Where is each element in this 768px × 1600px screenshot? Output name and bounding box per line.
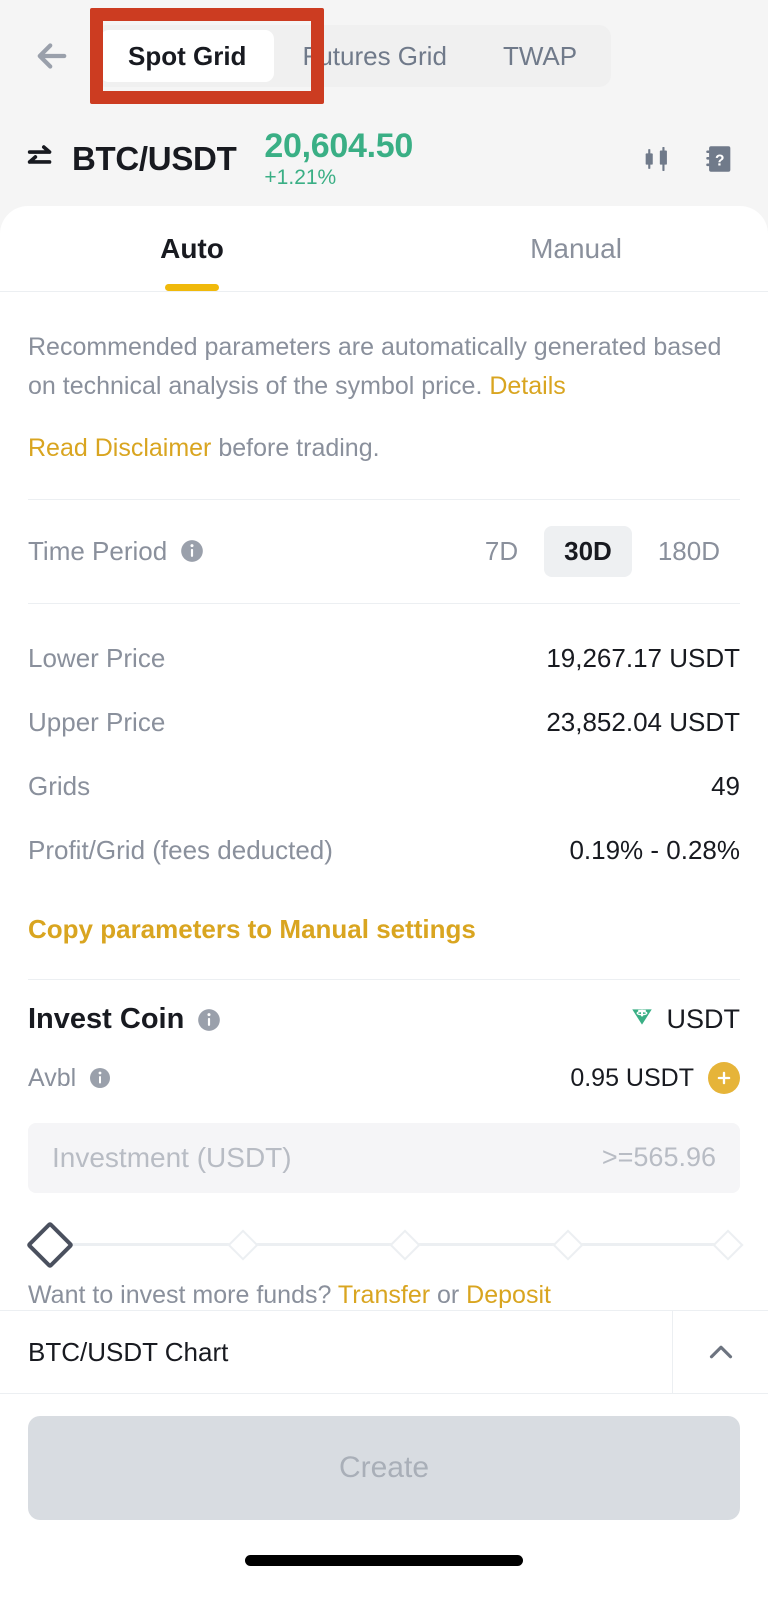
guide-question-icon[interactable]: ? [696, 136, 742, 182]
symbol-pair[interactable]: BTC/USDT [72, 140, 237, 178]
home-indicator [245, 1554, 523, 1566]
invest-coin-title-group: Invest Coin [28, 1003, 222, 1036]
tab-futures-grid[interactable]: Futures Grid [274, 30, 475, 82]
param-value-profit-grid: 0.19% - 0.28% [569, 834, 740, 865]
swap-arrows-icon[interactable] [24, 140, 58, 179]
time-period-option-30d[interactable]: 30D [544, 525, 632, 577]
slider-tick-25[interactable] [227, 1229, 259, 1261]
info-icon[interactable] [88, 1066, 112, 1090]
param-label-profit-grid: Profit/Grid (fees deducted) [28, 834, 333, 865]
strategy-tabs: Spot Grid Futures Grid TWAP [94, 25, 612, 87]
param-value-upper-price: 23,852.04 USDT [546, 706, 740, 737]
read-disclaimer-link[interactable]: Read Disclaimer [28, 434, 211, 462]
plus-circle-icon[interactable] [708, 1062, 740, 1095]
investment-input-placeholder: Investment (USDT) [52, 1141, 292, 1173]
chart-strip-label: BTC/USDT Chart [28, 1336, 229, 1367]
tab-spot-grid-label: Spot Grid [128, 40, 247, 71]
param-label-upper-price: Upper Price [28, 706, 166, 737]
param-row-grids: Grids 49 [28, 754, 740, 818]
card-body: Recommended parameters are automatically… [0, 292, 768, 1310]
top-navigation-bar: Spot Grid Futures Grid TWAP [0, 0, 768, 112]
price-change-percent: +1.21% [264, 166, 337, 190]
coin-selector[interactable]: USDT [629, 1004, 741, 1035]
chevron-up-icon[interactable] [672, 1311, 768, 1393]
info-icon[interactable] [179, 538, 205, 564]
time-period-option-180d-label: 180D [657, 535, 720, 566]
param-row-upper-price: Upper Price 23,852.04 USDT [28, 690, 740, 754]
tab-manual[interactable]: Manual [384, 206, 768, 291]
strategy-tabs-wrapper: Spot Grid Futures Grid TWAP [90, 8, 612, 104]
time-period-option-30d-label: 30D [564, 535, 612, 566]
last-price: 20,604.50 [264, 126, 413, 165]
time-period-option-7d-label: 7D [484, 535, 519, 566]
back-arrow-icon[interactable] [24, 28, 80, 84]
chart-strip[interactable]: BTC/USDT Chart [0, 1310, 768, 1394]
investment-min-hint: >=565.96 [601, 1142, 716, 1173]
tab-spot-grid[interactable]: Spot Grid [100, 30, 275, 82]
param-label-lower-price: Lower Price [28, 642, 166, 673]
disclaimer-suffix: before trading. [211, 433, 380, 462]
divider-invest [28, 979, 740, 981]
create-button[interactable]: Create [28, 1416, 740, 1520]
info-icon[interactable] [196, 1007, 222, 1033]
time-period-options: 7D 30D 180D [465, 525, 740, 577]
time-period-label: Time Period [28, 535, 168, 566]
available-balance-row: Avbl 0.95 USDT [28, 1053, 740, 1103]
time-period-option-7d[interactable]: 7D [465, 526, 538, 577]
copy-parameters-link[interactable]: Copy parameters to Manual settings [28, 914, 740, 945]
investment-slider[interactable] [25, 1211, 744, 1279]
more-funds-prefix: Want to invest more funds? [28, 1281, 338, 1309]
available-value: 0.95 USDT [570, 1063, 694, 1092]
details-link[interactable]: Details [489, 372, 565, 400]
param-row-lower-price: Lower Price 19,267.17 USDT [28, 626, 740, 690]
invest-coin-header: Invest Coin USDT [28, 990, 740, 1049]
more-funds-note: Want to invest more funds? Transfer or D… [28, 1281, 740, 1310]
tab-manual-label: Manual [530, 232, 622, 264]
svg-text:?: ? [715, 152, 725, 169]
time-period-label-group: Time Period [28, 536, 205, 567]
param-value-lower-price: 19,267.17 USDT [546, 642, 740, 673]
recommendation-text: Recommended parameters are automatically… [28, 333, 722, 400]
divider-time-period [28, 603, 740, 605]
footer: Create [0, 1394, 768, 1520]
invest-coin-title: Invest Coin [28, 1003, 185, 1036]
mode-tabs: Auto Manual [0, 206, 768, 292]
usdt-tether-icon [629, 1004, 655, 1035]
slider-tick-50[interactable] [389, 1229, 421, 1261]
create-button-label: Create [338, 1451, 430, 1484]
deposit-link[interactable]: Deposit [466, 1281, 551, 1309]
slider-handle[interactable] [25, 1220, 75, 1269]
available-label: Avbl [28, 1063, 77, 1092]
recommendation-note: Recommended parameters are automatically… [28, 328, 740, 406]
investment-input[interactable]: Investment (USDT) >=565.96 [28, 1122, 740, 1193]
price-block: 20,604.50 +1.21% [264, 126, 413, 190]
tab-futures-grid-label: Futures Grid [302, 40, 447, 71]
coin-name: USDT [666, 1004, 741, 1035]
slider-tick-75[interactable] [552, 1229, 584, 1261]
more-funds-middle: or [430, 1281, 467, 1309]
slider-track [50, 1243, 724, 1247]
tab-auto[interactable]: Auto [0, 206, 384, 291]
home-indicator-area [0, 1520, 768, 1600]
slider-tick-100[interactable] [712, 1229, 744, 1261]
param-value-grids: 49 [711, 770, 740, 801]
time-period-option-180d[interactable]: 180D [638, 526, 740, 577]
main-card: Auto Manual Recommended parameters are a… [0, 206, 768, 1600]
available-label-group: Avbl [28, 1064, 112, 1093]
grid-trading-screen: Spot Grid Futures Grid TWAP BTC/USDT 20,… [0, 0, 768, 1600]
transfer-link[interactable]: Transfer [338, 1281, 430, 1309]
available-value-group: 0.95 USDT [570, 1062, 740, 1095]
tab-twap-label: TWAP [502, 40, 578, 71]
disclaimer-note: Read Disclaimer before trading. [28, 434, 740, 463]
candlestick-chart-icon[interactable] [634, 136, 680, 182]
tab-auto-label: Auto [160, 232, 224, 264]
param-row-profit-grid: Profit/Grid (fees deducted) 0.19% - 0.28… [28, 818, 740, 882]
time-period-row: Time Period 7D 30D 180D [28, 499, 740, 603]
tab-twap[interactable]: TWAP [475, 30, 605, 82]
param-label-grids: Grids [28, 770, 91, 801]
symbol-header: BTC/USDT 20,604.50 +1.21% ? [0, 112, 768, 206]
